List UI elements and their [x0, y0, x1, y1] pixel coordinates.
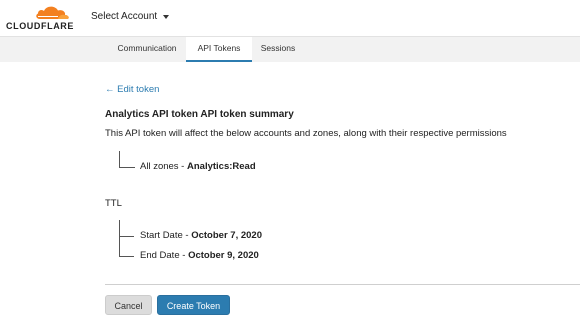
cloud-icon: [36, 6, 69, 19]
end-date-value: October 9, 2020: [188, 250, 259, 261]
create-token-button[interactable]: Create Token: [157, 295, 230, 315]
summary-description: This API token will affect the below acc…: [105, 128, 507, 139]
logo-text: CLOUDFLARE: [6, 21, 74, 31]
account-select[interactable]: Select Account: [91, 11, 170, 22]
tab-api-tokens[interactable]: API Tokens: [186, 37, 252, 62]
summary-title: Analytics API token API token summary: [105, 109, 294, 120]
tab-bar: Communication API Tokens Sessions: [0, 36, 580, 62]
tree-connector: [119, 151, 135, 168]
ttl-start-date: Start Date - October 7, 2020: [140, 230, 262, 241]
cloudflare-logo[interactable]: CLOUDFLARE: [6, 4, 76, 32]
edit-token-link[interactable]: ← Edit token: [105, 84, 159, 95]
start-date-value: October 7, 2020: [191, 230, 262, 241]
ttl-end-date: End Date - October 9, 2020: [140, 250, 259, 261]
cancel-button[interactable]: Cancel: [105, 295, 152, 315]
tree-connector: [119, 236, 134, 237]
zones-permission-value: Analytics:Read: [187, 161, 256, 172]
zones-label: All zones -: [140, 161, 187, 172]
account-select-label: Select Account: [91, 11, 158, 22]
end-date-label: End Date -: [140, 250, 189, 261]
tab-communication[interactable]: Communication: [108, 37, 186, 62]
page: CLOUDFLARE Select Account Communication …: [0, 0, 580, 336]
tree-connector: [119, 220, 120, 256]
start-date-label: Start Date -: [140, 230, 192, 241]
caret-down-icon: [163, 15, 170, 19]
divider: [105, 284, 580, 285]
tab-sessions[interactable]: Sessions: [252, 37, 304, 62]
tree-connector: [119, 256, 134, 257]
zones-permission: All zones - Analytics:Read: [140, 161, 256, 172]
top-bar: CLOUDFLARE Select Account: [0, 0, 580, 36]
ttl-label: TTL: [105, 198, 122, 209]
